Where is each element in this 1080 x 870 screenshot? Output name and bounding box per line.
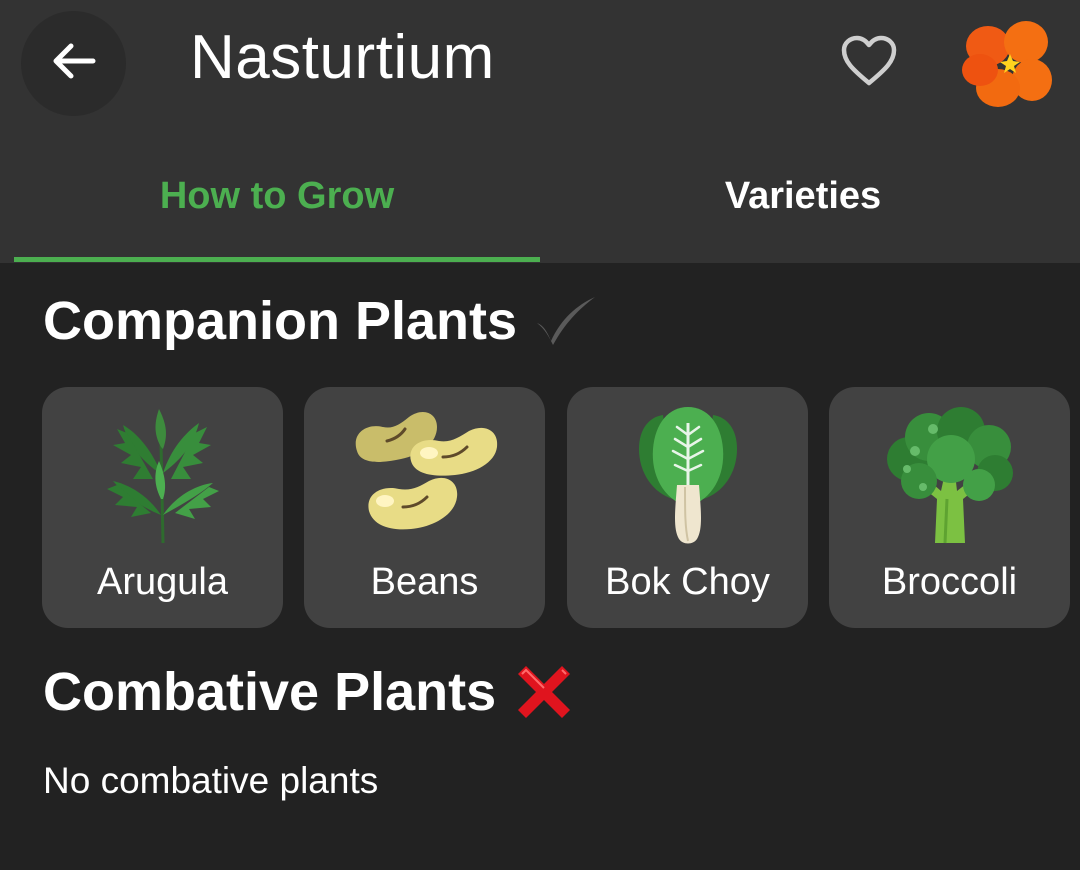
combative-plants-title: Combative Plants: [43, 662, 497, 722]
plant-card-bok-choy[interactable]: Bok Choy: [567, 387, 808, 628]
plant-name: Beans: [370, 561, 479, 603]
bok-choy-icon: [567, 401, 808, 551]
arrow-left-icon: [49, 36, 99, 91]
broccoli-icon: [829, 401, 1070, 551]
tab-indicator: [14, 257, 540, 262]
companion-plants-title: Companion Plants: [43, 291, 518, 351]
plant-card-broccoli[interactable]: Broccoli: [829, 387, 1070, 628]
companion-plants-heading: Companion Plants: [43, 286, 599, 356]
page-title: Nasturtium: [190, 23, 495, 92]
top-app-bar: Nasturtium How to Grow Varieties: [0, 0, 1080, 263]
plant-card-arugula[interactable]: Arugula: [42, 387, 283, 628]
no-combative-plants-text: No combative plants: [43, 760, 379, 801]
tab-bar: How to Grow Varieties: [0, 140, 1080, 263]
plant-card-beans[interactable]: Beans: [304, 387, 545, 628]
favorite-button[interactable]: [836, 32, 902, 94]
plant-name: Bok Choy: [605, 561, 770, 603]
companion-plants-list: Arugula Beans Bok Choy Broccoli: [42, 387, 1080, 629]
plant-name: Broccoli: [881, 561, 1018, 603]
cross-mark-icon: [512, 660, 576, 724]
app-screen: Nasturtium How to Grow Varieties Compani…: [0, 0, 1080, 870]
combative-plants-heading: Combative Plants: [43, 657, 576, 727]
nasturtium-flower-icon: [958, 18, 1054, 110]
checkmark-icon: [533, 295, 599, 347]
tab-varieties[interactable]: Varieties: [540, 140, 1066, 263]
tab-how-to-grow[interactable]: How to Grow: [14, 140, 540, 263]
back-button[interactable]: [21, 11, 126, 116]
heart-outline-icon: [840, 35, 898, 92]
plant-name: Arugula: [97, 561, 228, 603]
arugula-icon: [42, 401, 283, 551]
beans-icon: [304, 401, 545, 551]
